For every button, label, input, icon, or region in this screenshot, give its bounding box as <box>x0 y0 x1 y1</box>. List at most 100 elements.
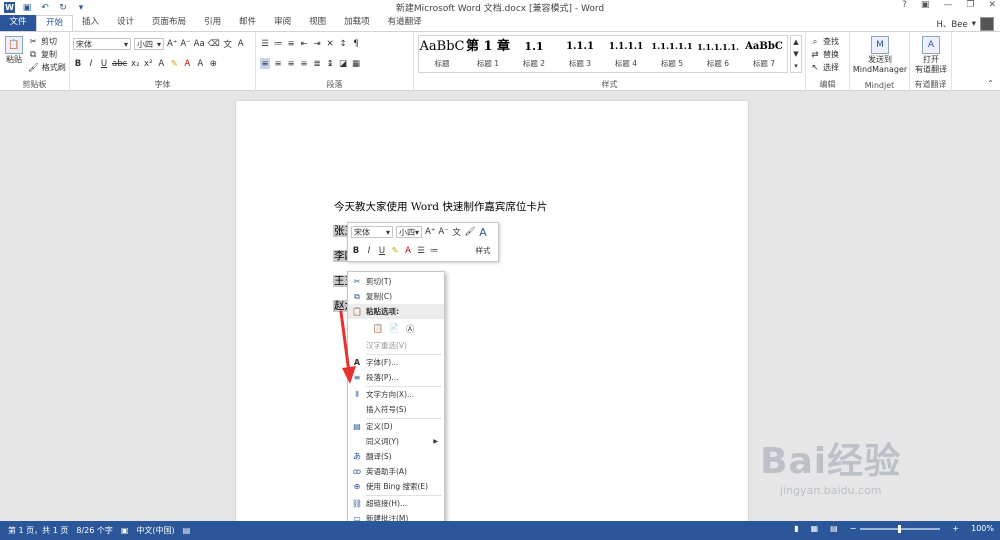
bullets-icon[interactable]: ☰ <box>260 38 270 49</box>
line-spacing-icon[interactable]: ↨ <box>325 58 335 69</box>
format-painter-button[interactable]: 🖌 格式刷 <box>28 62 66 73</box>
font-size-select[interactable]: 小四 ▾ <box>134 38 164 50</box>
read-mode-icon[interactable]: ▮ <box>794 524 798 533</box>
increase-indent-icon[interactable]: ⇥ <box>312 38 322 49</box>
font-color-icon[interactable]: A <box>403 245 413 256</box>
collapse-ribbon-icon[interactable]: ⌃ <box>987 79 994 88</box>
zoom-level[interactable]: 100% <box>971 524 994 533</box>
paste-keep-format-icon[interactable]: 📋 <box>370 324 386 335</box>
show-marks-icon[interactable]: ¶ <box>351 38 361 49</box>
word-count[interactable]: 8/26 个字 <box>76 525 113 536</box>
chinese-layout-icon[interactable]: ✕ <box>325 38 335 49</box>
italic-icon[interactable]: I <box>364 245 374 256</box>
char-shading-icon[interactable]: A <box>195 58 205 69</box>
menu-item-english-assistant[interactable]: ꝏ 英语助手(A) <box>348 464 444 479</box>
help-button[interactable]: ? <box>902 0 907 10</box>
mini-font-select[interactable]: 宋体 ▾ <box>351 226 393 238</box>
grow-font-icon[interactable]: A⁺ <box>425 227 435 238</box>
open-youdao-button[interactable]: A 打开 有道翻译 <box>911 36 951 75</box>
change-case-icon[interactable]: Aa <box>194 39 205 50</box>
menu-item-paragraph[interactable]: ≡ 段落(P)... <box>348 370 444 385</box>
phonetic-icon[interactable]: 文 <box>452 227 462 238</box>
menu-item-copy[interactable]: ⧉ 复制(C) <box>348 289 444 304</box>
superscript-icon[interactable]: x² <box>143 58 153 69</box>
underline-icon[interactable]: U <box>377 245 387 256</box>
language[interactable]: 中文(中国) <box>136 525 174 536</box>
zoom-slider-thumb[interactable] <box>898 524 902 533</box>
tab-design[interactable]: 设计 <box>108 15 143 31</box>
close-button[interactable]: ✕ <box>988 0 996 10</box>
underline-icon[interactable]: U <box>99 58 109 69</box>
menu-item-hyperlink[interactable]: ⛓ 超链接(H)... <box>348 496 444 511</box>
enclose-char-icon[interactable]: ⊕ <box>208 58 218 69</box>
menu-item-cut[interactable]: ✂ 剪切(T) <box>348 274 444 289</box>
menu-item-text-direction[interactable]: ⫴ 文字方向(X)... <box>348 387 444 402</box>
bold-icon[interactable]: B <box>351 245 361 256</box>
numbering-icon[interactable]: ≔ <box>273 38 283 49</box>
redo-icon[interactable]: ↻ <box>57 2 69 13</box>
find-button[interactable]: ⌕ 查找 <box>810 36 839 47</box>
mini-styles-button[interactable]: A 样式 <box>470 226 496 256</box>
subscript-icon[interactable]: x₂ <box>130 58 140 69</box>
web-layout-icon[interactable]: ▤ <box>830 524 838 533</box>
send-to-mindmanager-button[interactable]: M 发送到 MindManager <box>852 36 908 75</box>
menu-item-bing-search[interactable]: ⊕ 使用 Bing 搜索(E) <box>348 479 444 494</box>
tab-addins[interactable]: 加载项 <box>335 15 379 31</box>
justify-icon[interactable]: ≡ <box>299 58 309 69</box>
undo-icon[interactable]: ↶ <box>39 2 51 13</box>
numbering-icon[interactable]: ≔ <box>429 245 439 256</box>
restore-button[interactable]: ❐ <box>966 0 974 10</box>
paste-button[interactable]: 📋 粘贴 <box>3 36 25 65</box>
zoom-in-icon[interactable]: + <box>952 524 959 533</box>
menu-item-insert-symbol[interactable]: 插入符号(S) <box>348 402 444 417</box>
bullets-icon[interactable]: ☰ <box>416 245 426 256</box>
strikethrough-icon[interactable]: abc <box>112 58 127 69</box>
mini-size-select[interactable]: 小四 ▾ <box>396 226 422 238</box>
borders-icon[interactable]: ▦ <box>351 58 361 69</box>
tab-home[interactable]: 开始 <box>36 15 74 31</box>
minimize-button[interactable]: — <box>943 0 952 10</box>
text-effects-icon[interactable]: A <box>156 58 166 69</box>
font-name-select[interactable]: 宋体 ▾ <box>73 38 131 50</box>
multilevel-list-icon[interactable]: ≡ <box>286 38 296 49</box>
save-icon[interactable]: ▣ <box>21 2 33 13</box>
align-left-icon[interactable]: ≡ <box>260 58 270 69</box>
menu-item-font[interactable]: A 字体(F)... <box>348 355 444 370</box>
menu-item-define[interactable]: ▤ 定义(D) <box>348 419 444 434</box>
char-border-icon[interactable]: A <box>236 39 246 50</box>
zoom-out-icon[interactable]: − <box>850 524 857 533</box>
zoom-slider[interactable] <box>860 524 941 533</box>
tab-layout[interactable]: 页面布局 <box>143 15 195 31</box>
print-layout-icon[interactable]: ▦ <box>811 524 819 533</box>
grow-font-icon[interactable]: A⁺ <box>167 39 177 50</box>
shading-icon[interactable]: ◪ <box>338 58 348 69</box>
copy-button[interactable]: ⧉ 复制 <box>28 49 57 60</box>
select-button[interactable]: ↖ 选择 <box>810 62 839 73</box>
cut-button[interactable]: ✂ 剪切 <box>28 36 57 47</box>
highlight-icon[interactable]: ✎ <box>390 245 400 256</box>
paste-merge-format-icon[interactable]: 📄 <box>386 324 402 335</box>
tab-file[interactable]: 文件 <box>0 15 36 31</box>
ribbon-display-button[interactable]: ▣ <box>921 0 930 10</box>
bold-icon[interactable]: B <box>73 58 83 69</box>
tab-mailings[interactable]: 邮件 <box>230 15 265 31</box>
tab-review[interactable]: 审阅 <box>265 15 300 31</box>
highlight-icon[interactable]: ✎ <box>169 58 179 69</box>
clear-format-icon[interactable]: ⌫ <box>208 39 220 50</box>
macro-icon[interactable]: ▤ <box>183 526 191 535</box>
paste-text-only-icon[interactable]: Ⓐ <box>402 324 418 335</box>
sort-icon[interactable]: ↕ <box>338 38 348 49</box>
document-page[interactable]: 今天教大家使用 Word 快速制作嘉宾席位卡片 张三 李四 王五 赵六 <box>236 101 748 531</box>
menu-item-translate[interactable]: あ翻译(S) <box>348 449 444 464</box>
proofing-icon[interactable]: ▣ <box>121 526 129 535</box>
distribute-icon[interactable]: ≣ <box>312 58 322 69</box>
customize-qat-icon[interactable]: ▾ <box>75 2 87 13</box>
tab-youdao[interactable]: 有道翻译 <box>379 15 431 31</box>
italic-icon[interactable]: I <box>86 58 96 69</box>
replace-button[interactable]: ⇄ 替换 <box>810 49 839 60</box>
document-line[interactable]: 今天教大家使用 Word 快速制作嘉宾席位卡片 <box>334 199 547 214</box>
user-account[interactable]: H、Bee ▾ <box>937 17 994 31</box>
page-count[interactable]: 第 1 页，共 1 页 <box>8 525 68 536</box>
decrease-indent-icon[interactable]: ⇤ <box>299 38 309 49</box>
align-right-icon[interactable]: ≡ <box>286 58 296 69</box>
